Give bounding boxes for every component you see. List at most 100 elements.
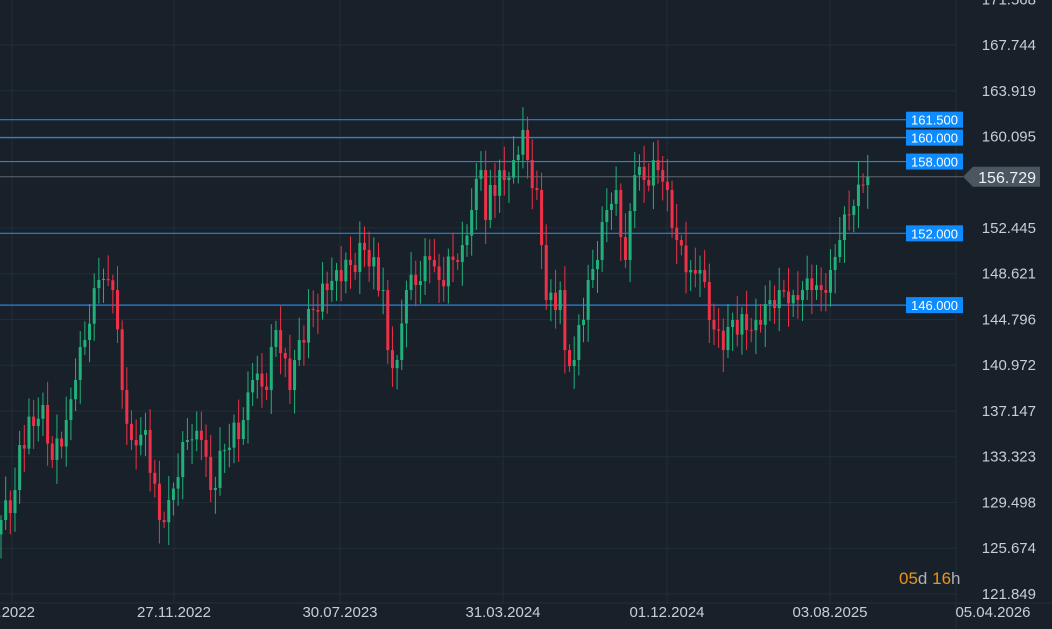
candle-up [297, 340, 301, 361]
candle-up [516, 154, 520, 161]
candle-down [153, 472, 157, 484]
candle-up [69, 399, 73, 421]
price-tick-label: 160.095 [982, 128, 1036, 145]
candle-up [409, 274, 413, 291]
candle-down [437, 266, 441, 280]
date-tick-label: 05.04.2026 [955, 604, 1030, 621]
candle-up [274, 329, 278, 347]
candle-down [442, 279, 446, 287]
candle-up [0, 520, 3, 535]
candle-up [586, 279, 590, 320]
timer-hours: 16 [932, 569, 952, 588]
candle-up [227, 447, 231, 451]
candle-down [339, 270, 343, 282]
candle-countdown-timer: 05d 16h [899, 569, 961, 589]
candle-up [213, 487, 217, 491]
candlestick-chart[interactable]: 161.500 160.000 158.000 152.000 146.000 171.… [0, 0, 1052, 629]
candle-up [609, 203, 613, 211]
candle-down [204, 440, 208, 457]
price-tick-label: 121.849 [982, 586, 1036, 603]
candle-down [484, 170, 488, 221]
candle-up [833, 257, 837, 271]
candle-up [102, 279, 106, 281]
candle-down [386, 290, 390, 351]
candle-down [665, 181, 669, 191]
candle-down [568, 350, 572, 367]
candle-up [330, 280, 334, 291]
candle-up [605, 210, 609, 223]
candle-up [801, 290, 805, 300]
candle-up [143, 429, 147, 435]
candle-down [199, 430, 203, 441]
candle-down [325, 283, 329, 291]
candle-up [777, 290, 781, 309]
candle-up [232, 422, 236, 448]
candle-down [749, 329, 753, 331]
candle-up [251, 379, 255, 393]
candle-down [106, 279, 110, 281]
candle-down [288, 358, 292, 391]
candle-up [18, 445, 22, 491]
candle-up [828, 270, 832, 293]
price-levels[interactable]: 161.500 160.000 158.000 152.000 146.000 [0, 111, 963, 314]
candle-up [13, 490, 17, 514]
price-tick-label: 137.147 [982, 403, 1036, 420]
candle-up [507, 177, 511, 180]
date-tick-label: 03.08.2025 [792, 604, 867, 621]
candle-up [558, 290, 562, 311]
candle-up [446, 256, 450, 287]
candle-up [185, 440, 189, 443]
candle-down [703, 270, 707, 283]
candle-up [768, 300, 772, 305]
candle-down [745, 314, 749, 330]
candle-down [554, 292, 558, 311]
date-tick-label: 27.11.2022 [137, 604, 211, 621]
candle-down [367, 249, 371, 267]
candle-down [819, 285, 823, 291]
candle-up [404, 290, 408, 324]
candle-up [726, 327, 730, 351]
candle-down [353, 265, 357, 272]
candle-up [335, 270, 339, 281]
candle-down [782, 290, 786, 292]
candle-down [32, 416, 36, 427]
price-tick-label: 129.498 [982, 494, 1036, 511]
axis-labels: 171.568 167.744 163.919 160.095 152.445 148.6… [0, 0, 1040, 621]
candle-down [796, 295, 800, 300]
candle-down [735, 320, 739, 335]
price-tick-label: 163.919 [982, 83, 1036, 100]
timer-days-unit: d [917, 569, 928, 588]
candle-down [162, 520, 166, 523]
candle-down [721, 330, 725, 351]
candle-down [623, 237, 627, 261]
candle-up [255, 373, 259, 380]
candle-up [479, 170, 483, 179]
price-level-label[interactable]: 152.000 [911, 226, 958, 241]
candle-up [241, 420, 245, 440]
candle-down [759, 320, 763, 325]
candle-up [637, 166, 641, 176]
candle-down [847, 214, 851, 216]
candle-up [614, 190, 618, 204]
candles [0, 107, 870, 559]
candle-down [717, 329, 721, 331]
candle-up [488, 185, 492, 221]
price-level-label[interactable]: 158.000 [911, 155, 958, 170]
price-level-label[interactable]: 161.500 [911, 113, 958, 128]
candle-down [265, 386, 269, 391]
candle-down [134, 440, 138, 446]
candle-down [148, 429, 152, 473]
candle-down [120, 329, 124, 391]
candle-down [111, 280, 115, 291]
candle-up [805, 278, 809, 291]
candle-down [526, 129, 530, 161]
candle-up [815, 285, 818, 291]
candle-up [754, 320, 758, 331]
candle-down [707, 282, 711, 321]
price-level-label[interactable]: 160.000 [911, 131, 958, 146]
price-level-label[interactable]: 146.000 [911, 298, 958, 313]
candle-up [223, 450, 227, 452]
candle-down [362, 242, 366, 250]
candle-down [661, 170, 665, 182]
candle-up [139, 434, 143, 446]
